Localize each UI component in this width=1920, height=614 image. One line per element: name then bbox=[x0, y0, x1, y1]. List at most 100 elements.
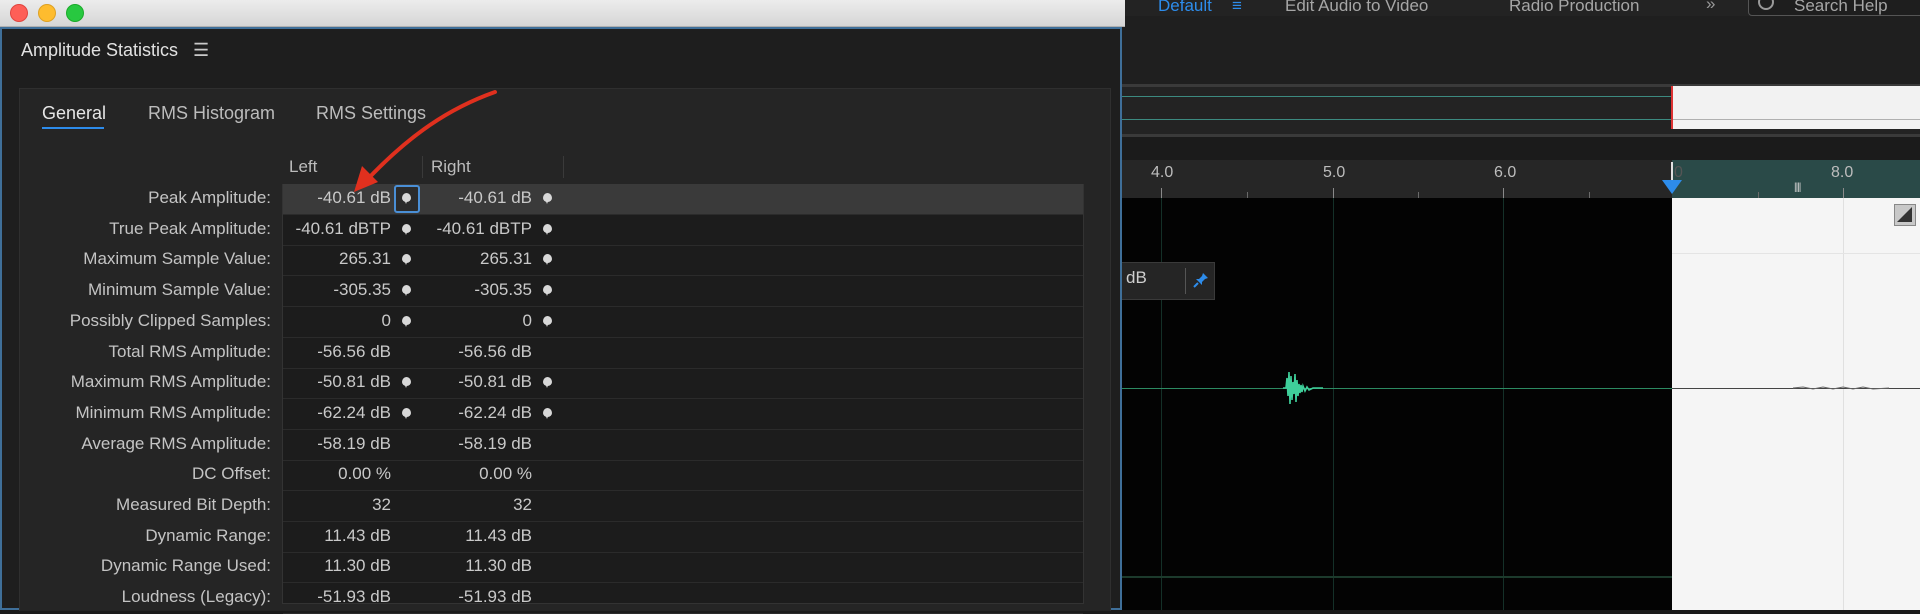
hamburger-icon[interactable]: ☰ bbox=[193, 40, 209, 61]
value-right[interactable]: 11.43 dB bbox=[465, 526, 532, 546]
value-left[interactable]: 265.31 bbox=[339, 249, 391, 269]
table-row[interactable]: Peak Amplitude: -40.61 dB -40.61 dB bbox=[0, 184, 1120, 215]
row-label: Dynamic Range Used: bbox=[100, 556, 271, 576]
table-row[interactable]: Measured Bit Depth: 32 32 bbox=[0, 491, 1120, 522]
value-right[interactable]: -50.81 dB bbox=[458, 372, 532, 392]
table-row[interactable]: Maximum RMS Amplitude: -50.81 dB -50.81 dB bbox=[0, 368, 1120, 400]
editor-toolbar-area bbox=[1120, 16, 1920, 84]
workspace-tab-radio-production[interactable]: Radio Production bbox=[1509, 0, 1639, 16]
value-left[interactable]: -40.61 dBTP bbox=[296, 219, 391, 239]
table-row-background[interactable] bbox=[283, 460, 1083, 492]
row-label: Loudness (Legacy): bbox=[121, 587, 271, 607]
table-row[interactable]: DC Offset: 0.00 % 0.00 % bbox=[0, 460, 1120, 492]
row-label: Total RMS Amplitude: bbox=[108, 341, 271, 361]
value-left[interactable]: -50.81 dB bbox=[317, 372, 391, 392]
value-left[interactable]: -56.56 dB bbox=[317, 342, 391, 362]
value-right[interactable]: 0.00 % bbox=[479, 464, 532, 484]
locate-pin-icon[interactable] bbox=[543, 377, 552, 389]
hamburger-icon[interactable]: ≡ bbox=[1232, 0, 1242, 16]
row-label: Measured Bit Depth: bbox=[116, 495, 271, 514]
table-row[interactable]: Dynamic Range Used: 11.30 dB 11.30 dB bbox=[0, 552, 1120, 584]
window-titlebar[interactable] bbox=[0, 0, 1125, 27]
locate-pin-icon[interactable] bbox=[543, 193, 552, 204]
overview-channel-line bbox=[1120, 119, 1672, 120]
value-right[interactable]: -58.19 dB bbox=[458, 434, 532, 454]
table-row-background[interactable] bbox=[283, 552, 1083, 584]
value-right[interactable]: 0 bbox=[523, 311, 532, 331]
table-row[interactable]: Possibly Clipped Samples: 0 0 bbox=[0, 307, 1120, 338]
value-left[interactable]: 11.43 dB bbox=[324, 526, 391, 546]
table-row[interactable]: Minimum Sample Value: -305.35 -305.35 bbox=[0, 276, 1120, 308]
hud-value[interactable]: dB bbox=[1126, 268, 1147, 288]
waveform-display-selected[interactable] bbox=[1672, 198, 1920, 610]
playhead-handle[interactable] bbox=[1662, 180, 1682, 194]
value-left[interactable]: 11.30 dB bbox=[324, 556, 391, 576]
locate-pin-icon[interactable] bbox=[402, 407, 411, 419]
value-right[interactable]: -62.24 dB bbox=[458, 403, 532, 423]
locate-pin-icon[interactable] bbox=[402, 315, 411, 327]
table-row-background[interactable] bbox=[283, 491, 1083, 522]
table-row-background[interactable] bbox=[283, 522, 1083, 553]
value-left[interactable]: 32 bbox=[372, 495, 391, 515]
workspace-tab-edit-audio-to-video[interactable]: Edit Audio to Video bbox=[1285, 0, 1428, 16]
row-label: Maximum Sample Value: bbox=[83, 249, 271, 269]
grid-line bbox=[1672, 253, 1920, 254]
window-close-button[interactable] bbox=[10, 4, 28, 22]
table-row[interactable]: Dynamic Range: 11.43 dB 11.43 dB bbox=[0, 522, 1120, 553]
window-maximize-button[interactable] bbox=[66, 4, 84, 22]
ruler-tick bbox=[1161, 188, 1162, 198]
value-right[interactable]: -56.56 dB bbox=[458, 342, 532, 362]
table-row-background[interactable] bbox=[283, 430, 1083, 461]
table-row-background[interactable] bbox=[283, 338, 1083, 369]
double-chevron-icon[interactable]: » bbox=[1706, 0, 1715, 14]
table-row[interactable]: Average RMS Amplitude: -58.19 dB -58.19 dB bbox=[0, 430, 1120, 461]
amplitude-statistics-window: Amplitude Statistics ☰ General RMS Histo… bbox=[0, 0, 1125, 614]
column-header-left[interactable]: Left bbox=[289, 157, 317, 177]
waveform-display[interactable] bbox=[1120, 198, 1672, 610]
locate-pin-icon[interactable] bbox=[543, 285, 552, 297]
row-label: True Peak Amplitude: bbox=[109, 218, 271, 238]
ruler-spacer bbox=[1120, 137, 1920, 160]
value-right[interactable]: 32 bbox=[513, 495, 532, 515]
grid-line bbox=[1333, 198, 1334, 610]
value-left[interactable]: -58.19 dB bbox=[317, 434, 391, 454]
overview-playhead bbox=[1671, 86, 1673, 129]
value-left[interactable]: 0.00 % bbox=[338, 464, 391, 484]
value-right[interactable]: -305.35 bbox=[474, 280, 532, 300]
table-row[interactable]: Minimum RMS Amplitude: -62.24 dB -62.24 dB bbox=[0, 399, 1120, 430]
ruler-label: 5.0 bbox=[1323, 164, 1346, 181]
value-left[interactable]: -305.35 bbox=[333, 280, 391, 300]
locate-pin-icon[interactable] bbox=[543, 223, 552, 235]
value-left[interactable]: -62.24 dB bbox=[317, 403, 391, 423]
locate-pin-icon[interactable] bbox=[543, 407, 552, 419]
tab-rms-histogram[interactable]: RMS Histogram bbox=[148, 103, 275, 124]
value-right[interactable]: 265.31 bbox=[480, 249, 532, 269]
overview-channel-line bbox=[1120, 96, 1672, 97]
grid-line bbox=[1161, 198, 1162, 610]
value-left[interactable]: -51.93 dB bbox=[317, 587, 391, 607]
table-row-background[interactable] bbox=[283, 583, 1083, 614]
table-row[interactable]: Loudness (Legacy): -51.93 dB -51.93 dB bbox=[0, 583, 1120, 614]
value-right[interactable]: -51.93 dB bbox=[458, 587, 532, 607]
window-minimize-button[interactable] bbox=[38, 4, 56, 22]
pin-icon[interactable] bbox=[1192, 271, 1210, 289]
search-help-placeholder: Search Help bbox=[1794, 0, 1888, 15]
value-right[interactable]: -40.61 dBTP bbox=[437, 219, 532, 239]
ruler-label: 8.0 bbox=[1831, 164, 1854, 181]
tab-general[interactable]: General bbox=[42, 103, 106, 124]
value-right[interactable]: 11.30 dB bbox=[465, 556, 532, 576]
locate-pin-icon[interactable] bbox=[402, 377, 411, 389]
waveform-channel-divider bbox=[1120, 576, 1672, 578]
table-row[interactable]: Maximum Sample Value: 265.31 265.31 bbox=[0, 245, 1120, 277]
table-row[interactable]: True Peak Amplitude: -40.61 dBTP -40.61 dB… bbox=[0, 215, 1120, 246]
overview-visible-range[interactable] bbox=[1672, 86, 1920, 129]
column-divider[interactable] bbox=[563, 156, 564, 178]
panel-title: Amplitude Statistics bbox=[21, 40, 179, 60]
value-left[interactable]: 0 bbox=[382, 311, 391, 331]
table-row[interactable]: Total RMS Amplitude: -56.56 dB -56.56 dB bbox=[0, 338, 1120, 369]
locate-pin-icon[interactable] bbox=[402, 223, 411, 235]
locate-pin-icon[interactable] bbox=[543, 315, 552, 327]
workspace-tab-default[interactable]: Default bbox=[1158, 0, 1212, 16]
ruler-tick bbox=[1843, 188, 1844, 198]
locate-pin-icon[interactable] bbox=[402, 285, 411, 297]
